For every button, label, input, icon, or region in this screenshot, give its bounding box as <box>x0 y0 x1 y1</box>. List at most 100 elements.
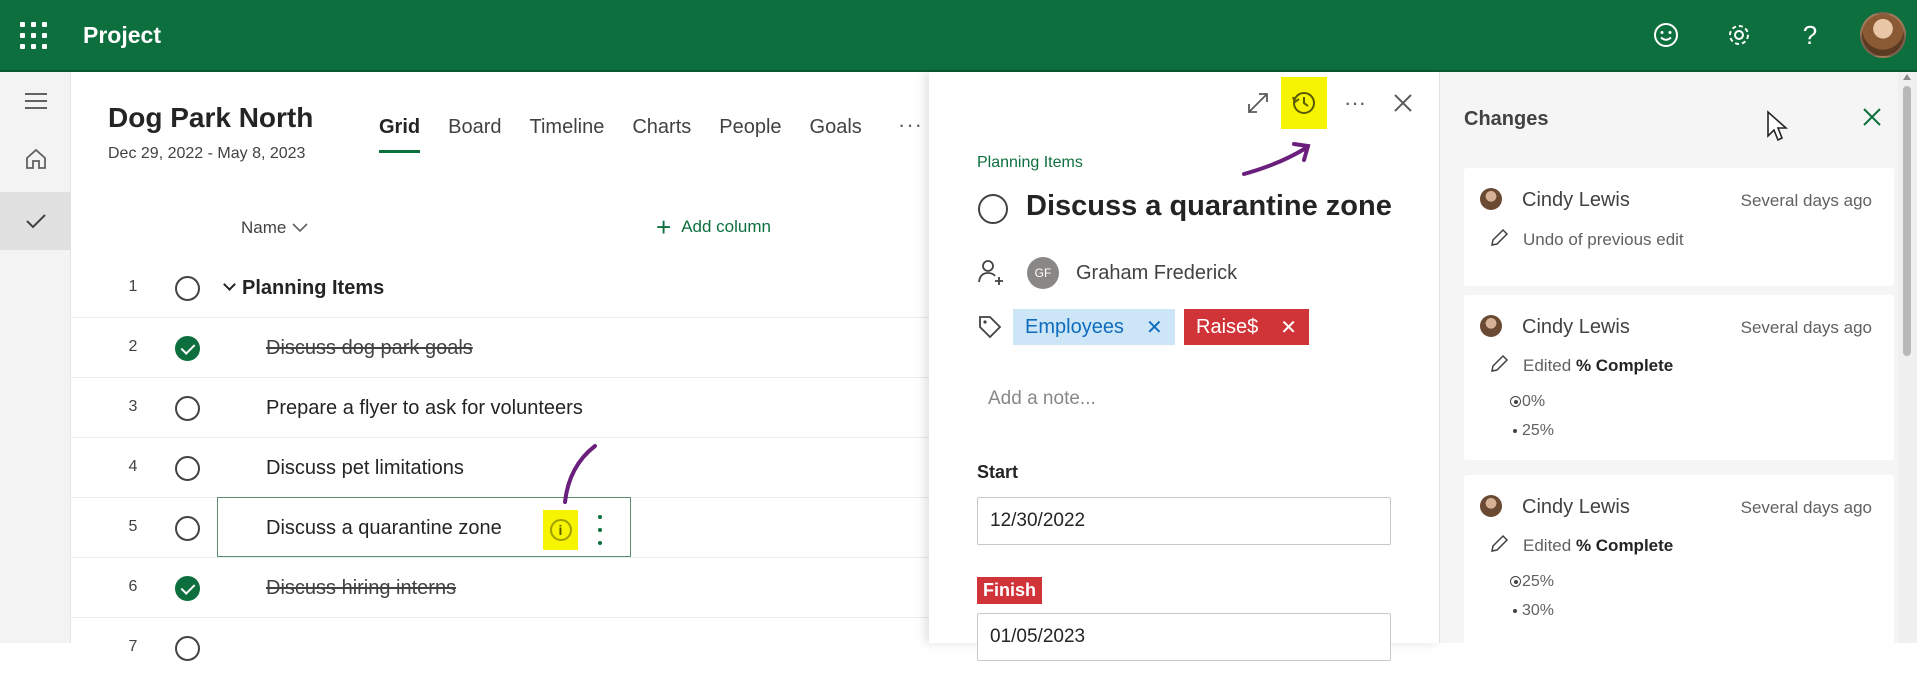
row-number: 6 <box>128 578 138 595</box>
bucket-label[interactable]: Planning Items <box>977 154 1083 172</box>
label-chip-raise[interactable]: Raise$ ✕ <box>1184 309 1310 345</box>
app-launcher-icon[interactable] <box>20 22 48 50</box>
add-column-label: Add column <box>681 217 771 236</box>
project-dates: Dec 29, 2022 - May 8, 2023 <box>108 145 306 162</box>
user-avatar[interactable] <box>1860 12 1906 58</box>
pencil-icon <box>1491 354 1509 372</box>
table-row[interactable]: 1 Planning Items <box>71 258 929 318</box>
more-tabs-button[interactable]: ··· <box>898 112 923 138</box>
chevron-down-icon <box>292 223 308 233</box>
row-number: 2 <box>128 338 138 355</box>
change-entry: Cindy Lewis Several days ago Undo of pre… <box>1464 168 1894 286</box>
name-column-header[interactable]: Name <box>241 218 308 238</box>
task-complete-checkbox[interactable] <box>175 276 200 301</box>
table-row[interactable]: 7 <box>71 618 929 678</box>
new-value: 30% <box>1512 602 1555 619</box>
view-tabs: Grid Board Timeline Charts People Goals <box>379 116 890 153</box>
open-details-info-icon[interactable]: i <box>543 510 578 550</box>
gear-icon[interactable] <box>1722 18 1756 52</box>
row-number: 5 <box>128 518 138 535</box>
tab-people[interactable]: People <box>719 116 781 139</box>
label-chip-employees[interactable]: Employees ✕ <box>1013 309 1175 345</box>
label-text: Raise$ <box>1196 315 1259 338</box>
name-column-label: Name <box>241 218 287 237</box>
change-entry: Cindy Lewis Several days ago Edited % Co… <box>1464 475 1894 643</box>
plus-icon: + <box>656 212 672 242</box>
task-title[interactable]: Discuss a quarantine zone <box>1026 190 1392 223</box>
change-author: Cindy Lewis <box>1522 496 1630 518</box>
label-text: Employees <box>1025 315 1124 338</box>
start-date-input[interactable] <box>977 497 1391 545</box>
close-changes-icon[interactable] <box>1857 102 1887 132</box>
row-more-options-icon[interactable] <box>596 515 604 545</box>
scroll-up-icon[interactable] <box>1903 74 1911 80</box>
task-complete-checkbox[interactable] <box>175 516 200 541</box>
pencil-icon <box>1491 228 1509 246</box>
my-tasks-checkmark-icon[interactable] <box>0 192 71 250</box>
smiley-icon[interactable] <box>1649 18 1683 52</box>
change-time: Several days ago <box>1740 498 1872 517</box>
scrollbar-thumb[interactable] <box>1903 86 1911 356</box>
table-row[interactable]: 4 Discuss pet limitations <box>71 438 929 498</box>
task-name[interactable]: Discuss pet limitations <box>266 457 464 480</box>
old-value: 25% <box>1509 573 1555 590</box>
left-rail <box>0 72 71 643</box>
change-time: Several days ago <box>1740 191 1872 210</box>
task-complete-checkbox[interactable] <box>175 336 200 361</box>
pencil-icon <box>1491 534 1509 552</box>
annotation-stroke <box>563 444 597 504</box>
note-field[interactable]: Add a note... <box>988 388 1096 410</box>
assignee-avatar[interactable]: GF <box>1027 257 1059 289</box>
help-icon[interactable]: ? <box>1793 18 1827 52</box>
old-value: 0% <box>1509 393 1546 410</box>
app-header: Project <box>0 0 1917 72</box>
task-complete-checkbox[interactable] <box>175 396 200 421</box>
tab-grid[interactable]: Grid <box>379 116 421 153</box>
tab-goals[interactable]: Goals <box>810 116 862 139</box>
changes-scrollbar[interactable] <box>1898 72 1917 643</box>
avatar <box>1480 188 1502 210</box>
avatar <box>1480 495 1502 517</box>
app-title[interactable]: Project <box>83 22 161 49</box>
change-entry: Cindy Lewis Several days ago Edited % Co… <box>1464 295 1894 460</box>
new-value: 25% <box>1512 422 1555 439</box>
tab-timeline[interactable]: Timeline <box>530 116 605 139</box>
task-complete-checkbox[interactable] <box>978 194 1008 224</box>
change-action: Edited % Complete <box>1523 356 1674 375</box>
change-author: Cindy Lewis <box>1522 189 1630 211</box>
bucket-title[interactable]: Planning Items <box>223 277 384 300</box>
finish-label: Finish <box>977 577 1042 604</box>
assignee-name[interactable]: Graham Frederick <box>1076 262 1237 285</box>
start-label: Start <box>977 462 1019 482</box>
assign-person-icon <box>978 260 1003 285</box>
row-number: 4 <box>128 458 138 475</box>
table-row[interactable]: 3 Prepare a flyer to ask for volunteers <box>71 378 929 438</box>
task-name[interactable]: Prepare a flyer to ask for volunteers <box>266 397 583 420</box>
table-row[interactable]: 6 Discuss hiring interns <box>71 558 929 618</box>
remove-label-icon[interactable]: ✕ <box>1280 315 1297 340</box>
remove-label-icon[interactable]: ✕ <box>1146 315 1163 340</box>
row-number: 7 <box>128 638 138 655</box>
home-icon[interactable] <box>0 130 71 188</box>
close-icon[interactable] <box>1385 85 1421 121</box>
history-icon[interactable] <box>1281 77 1327 129</box>
tab-board[interactable]: Board <box>448 116 501 139</box>
task-complete-checkbox[interactable] <box>175 456 200 481</box>
more-options-icon[interactable]: ··· <box>1337 85 1373 121</box>
changes-title: Changes <box>1464 108 1549 130</box>
hamburger-menu-icon[interactable] <box>0 72 71 130</box>
expand-icon[interactable] <box>1240 85 1276 121</box>
finish-date-input[interactable] <box>977 613 1391 661</box>
mouse-cursor-icon <box>1767 110 1788 142</box>
task-name[interactable]: Discuss hiring interns <box>266 577 456 600</box>
change-author: Cindy Lewis <box>1522 316 1630 338</box>
tab-charts[interactable]: Charts <box>632 116 691 139</box>
task-name[interactable]: Discuss dog park goals <box>266 337 473 360</box>
table-row[interactable]: 2 Discuss dog park goals <box>71 318 929 378</box>
avatar <box>1480 315 1502 337</box>
row-number: 3 <box>128 398 138 415</box>
task-complete-checkbox[interactable] <box>175 576 200 601</box>
change-time: Several days ago <box>1740 318 1872 337</box>
add-column-button[interactable]: + Add column <box>656 212 771 242</box>
task-complete-checkbox[interactable] <box>175 636 200 661</box>
